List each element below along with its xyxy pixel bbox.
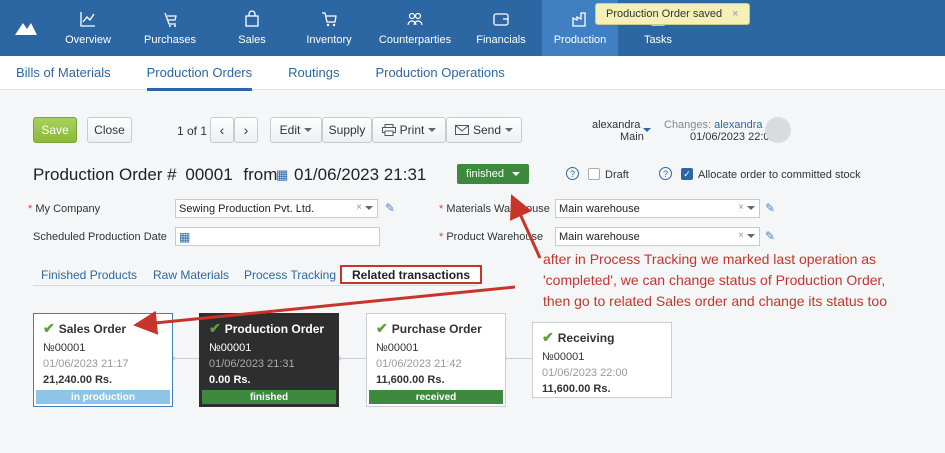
annotation-line: 'completed', we can change status of Pro… xyxy=(543,272,886,288)
annotation-note: after in Process Tracking we marked last… xyxy=(543,249,933,312)
arrow-to-sales-order xyxy=(133,285,516,335)
arrow-to-status xyxy=(510,194,542,259)
annotation-arrows xyxy=(133,194,542,335)
annotation-line: then go to related Sales order and chang… xyxy=(543,293,888,309)
annotation-line: after in Process Tracking we marked last… xyxy=(543,251,877,267)
